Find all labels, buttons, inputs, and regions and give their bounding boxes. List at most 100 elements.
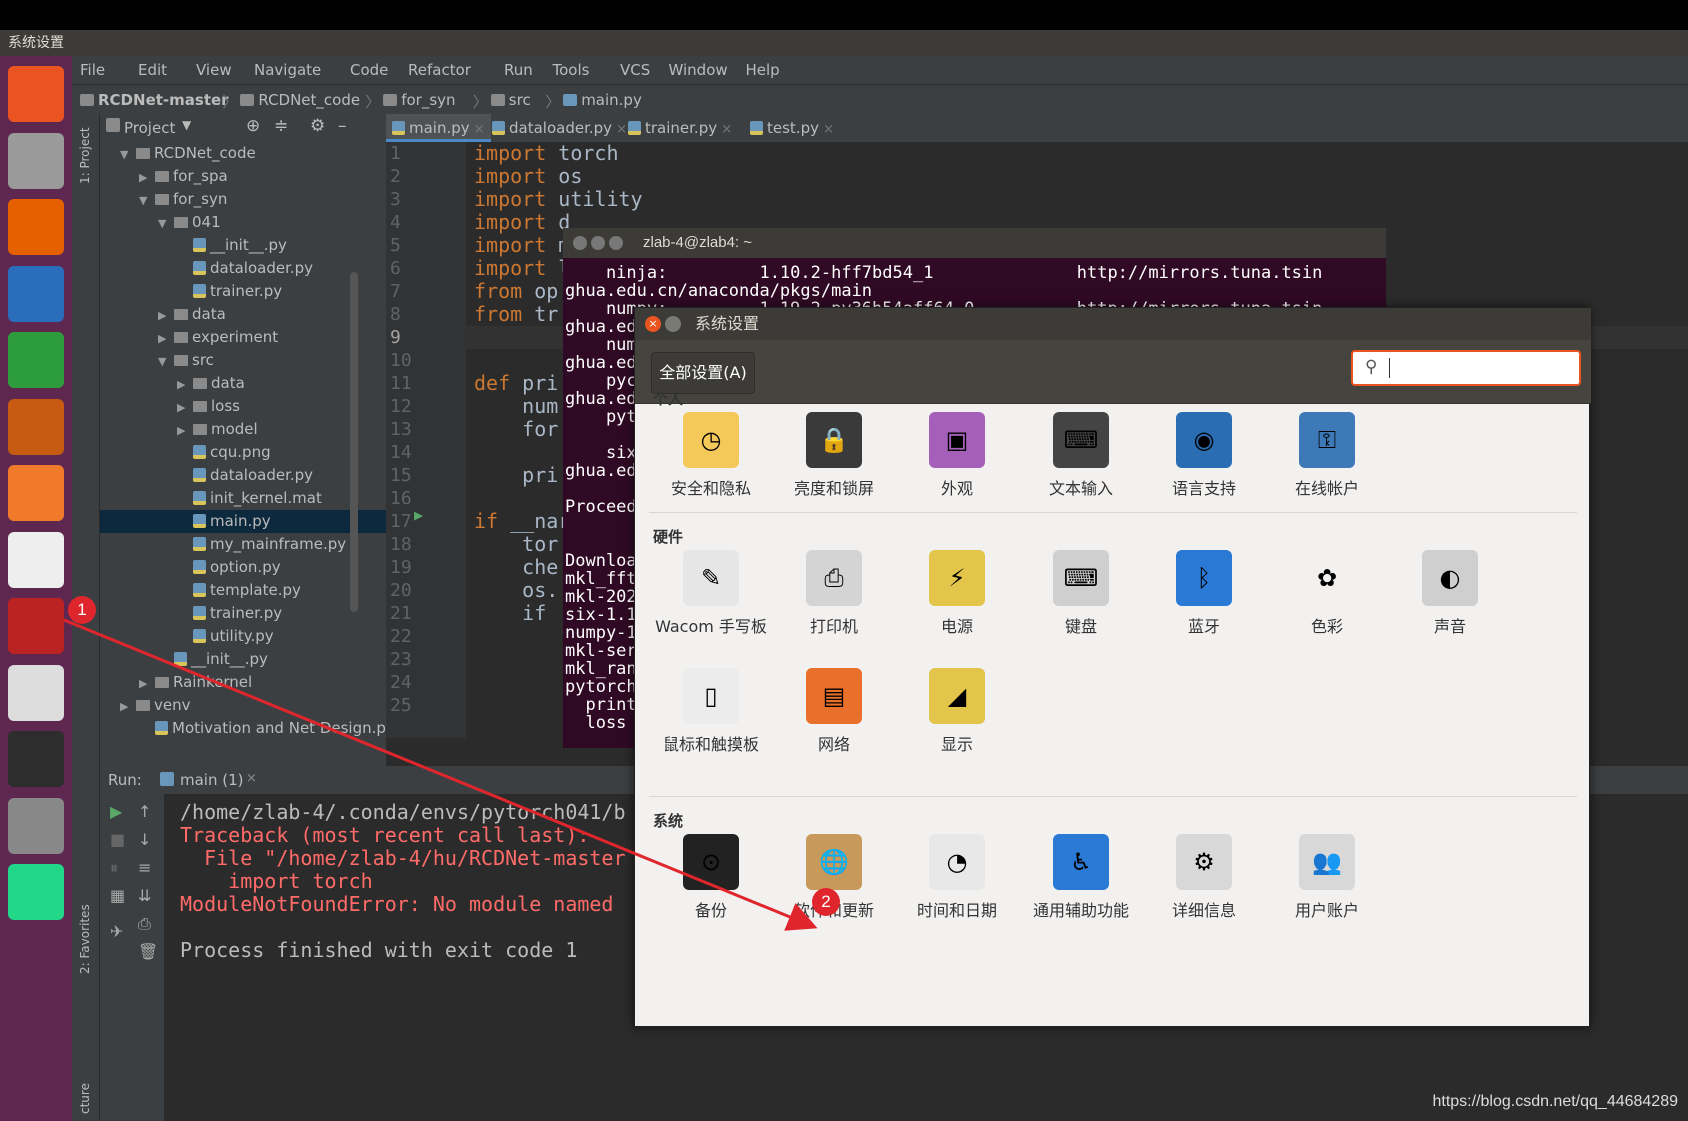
settings-item-bluetooth[interactable]: ᛒ 蓝牙 [1142, 550, 1266, 639]
up-arrow-icon[interactable]: ↑ [138, 802, 151, 821]
settings-item-printer[interactable]: ⎙ 打印机 [772, 550, 896, 639]
amazon-icon[interactable] [8, 531, 64, 588]
trash-icon[interactable]: 🗑 [138, 942, 158, 961]
expanded-arrow-icon[interactable]: ▼ [158, 212, 174, 235]
system-settings-icon[interactable] [8, 598, 64, 654]
chevron-down-icon[interactable]: ▼ [182, 118, 191, 132]
minimize-icon[interactable] [591, 236, 605, 250]
settings-item-time-date[interactable]: ◔ 时间和日期 [895, 834, 1019, 923]
calc-icon[interactable] [8, 332, 64, 388]
tree-scrollbar[interactable] [350, 272, 358, 612]
expanded-arrow-icon[interactable]: ▼ [120, 143, 136, 166]
gear-icon[interactable]: ⚙ [310, 116, 325, 136]
hide-icon[interactable]: – [338, 116, 347, 136]
breadcrumb-item[interactable]: RCDNet_code [258, 91, 360, 109]
favorites-tool-tab[interactable]: 2: Favorites [78, 904, 92, 974]
minimize-icon[interactable] [665, 316, 681, 332]
tree-item[interactable]: ▶ loss [100, 395, 386, 418]
collapsed-arrow-icon[interactable]: ▶ [177, 396, 193, 419]
tree-item[interactable]: trainer.py [100, 602, 386, 625]
tree-item[interactable]: dataloader.py [100, 464, 386, 487]
settings-item-universal-access[interactable]: ♿ 通用辅助功能 [1019, 834, 1143, 923]
software-center-icon[interactable] [8, 465, 64, 521]
close-icon[interactable]: × [645, 316, 661, 332]
locate-icon[interactable]: ⊕ [246, 116, 260, 136]
layout-icon[interactable]: ▦ [110, 886, 125, 905]
rerun-icon[interactable]: ▶ [110, 802, 122, 821]
soft-wrap-icon[interactable]: ≡ [138, 858, 151, 877]
tree-item[interactable]: template.py [100, 579, 386, 602]
pycharm-icon[interactable] [8, 864, 64, 920]
settings-item-wacom-tablet[interactable]: ✎ Wacom 手写板 [649, 550, 773, 639]
tab-test[interactable]: test.py × [744, 114, 840, 142]
settings-item-mouse-touchpad[interactable]: ▯ 鼠标和触摸板 [649, 668, 773, 757]
settings-item-details[interactable]: ⚙ 详细信息 [1142, 834, 1266, 923]
breadcrumb-item[interactable]: src [509, 91, 531, 109]
settings-item-network[interactable]: ▤ 网络 [772, 668, 896, 757]
pin-icon[interactable]: ✈ [110, 922, 123, 941]
breadcrumb-item[interactable]: RCDNet-master [98, 91, 229, 109]
settings-item-power[interactable]: ⚡ 电源 [895, 550, 1019, 639]
down-arrow-icon[interactable]: ↓ [138, 830, 151, 849]
tree-item[interactable]: init_kernel.mat [100, 487, 386, 510]
help-icon[interactable] [8, 797, 64, 854]
settings-item-language-support[interactable]: ◉ 语言支持 [1142, 412, 1266, 501]
settings-item-appearance[interactable]: ▣ 外观 [895, 412, 1019, 501]
scroll-end-icon[interactable]: ⇊ [138, 886, 151, 905]
tab-dataloader[interactable]: dataloader.py × [486, 114, 633, 142]
settings-item-online-accounts[interactable]: ⚿ 在线帐户 [1265, 412, 1389, 501]
settings-item-sound[interactable]: ◐ 声音 [1388, 550, 1512, 639]
tree-item[interactable]: trainer.py [100, 280, 386, 303]
tree-item[interactable]: ▼ RCDNet_code [100, 142, 386, 165]
settings-item-display[interactable]: ◢ 显示 [895, 668, 1019, 757]
tree-item[interactable]: cqu.png [100, 441, 386, 464]
tree-item[interactable]: ▼ for_syn [100, 188, 386, 211]
settings-item-user-accounts[interactable]: 👥 用户账户 [1265, 834, 1389, 923]
close-icon[interactable]: × [819, 122, 834, 137]
menu-item-refactor[interactable]: Refactor [408, 61, 471, 79]
settings-item-color[interactable]: ✿ 色彩 [1265, 550, 1389, 639]
menu-item-navigate[interactable]: Navigate [254, 61, 321, 79]
project-view-selector[interactable]: Project [124, 119, 175, 137]
run-tab-main[interactable]: main (1) [180, 771, 244, 789]
print-icon[interactable]: ⎙ [138, 914, 151, 934]
close-icon[interactable] [573, 236, 587, 250]
structure-tool-tab[interactable]: cture [78, 1083, 92, 1114]
tree-item[interactable]: utility.py [100, 625, 386, 648]
collapsed-arrow-icon[interactable]: ▶ [177, 419, 193, 442]
menu-item-file[interactable]: File [80, 61, 105, 79]
close-icon[interactable]: × [470, 122, 485, 137]
files-icon[interactable] [8, 132, 64, 189]
tree-item[interactable]: __init__.py [100, 234, 386, 257]
collapsed-arrow-icon[interactable]: ▶ [158, 327, 174, 350]
settings-item-text-entry[interactable]: ⌨ 文本输入 [1019, 412, 1143, 501]
settings-item-keyboard[interactable]: ⌨ 键盘 [1019, 550, 1143, 639]
settings-item-brightness-lock[interactable]: 🔒 亮度和锁屏 [772, 412, 896, 501]
close-icon[interactable]: × [246, 771, 257, 786]
tree-item[interactable]: my_mainframe.py [100, 533, 386, 556]
pause-icon[interactable]: ⏸ [110, 858, 118, 878]
menu-item-code[interactable]: Code [350, 61, 388, 79]
firefox-icon[interactable] [8, 199, 64, 255]
project-tool-tab[interactable]: 1: Project [78, 127, 92, 184]
menu-item-help[interactable]: Help [746, 61, 780, 79]
breadcrumb-item[interactable]: main.py [581, 91, 642, 109]
collapsed-arrow-icon[interactable]: ▶ [120, 695, 136, 718]
menu-item-vcs[interactable]: VCS [620, 61, 650, 79]
settings-item-backup[interactable]: ⊙ 备份 [649, 834, 773, 923]
impress-icon[interactable] [8, 398, 64, 455]
menu-item-edit[interactable]: Edit [138, 61, 167, 79]
collapsed-arrow-icon[interactable]: ▶ [177, 373, 193, 396]
tree-item[interactable]: ▶ data [100, 303, 386, 326]
tab-trainer[interactable]: trainer.py × [622, 114, 738, 142]
collapsed-arrow-icon[interactable]: ▶ [139, 672, 155, 695]
settings-item-security-privacy[interactable]: ◷ 安全和隐私 [649, 412, 773, 501]
tree-item[interactable]: __init__.py [100, 648, 386, 671]
tree-item[interactable]: ▼ src [100, 349, 386, 372]
collapse-icon[interactable]: ≑ [274, 116, 288, 136]
terminal-icon[interactable] [8, 731, 64, 787]
tree-item[interactable]: Motivation and Net Design.p [100, 717, 386, 740]
breadcrumb-item[interactable]: for_syn [401, 91, 455, 109]
tree-item[interactable]: ▶ Rainkernel [100, 671, 386, 694]
tree-item[interactable]: ▶ for_spa [100, 165, 386, 188]
